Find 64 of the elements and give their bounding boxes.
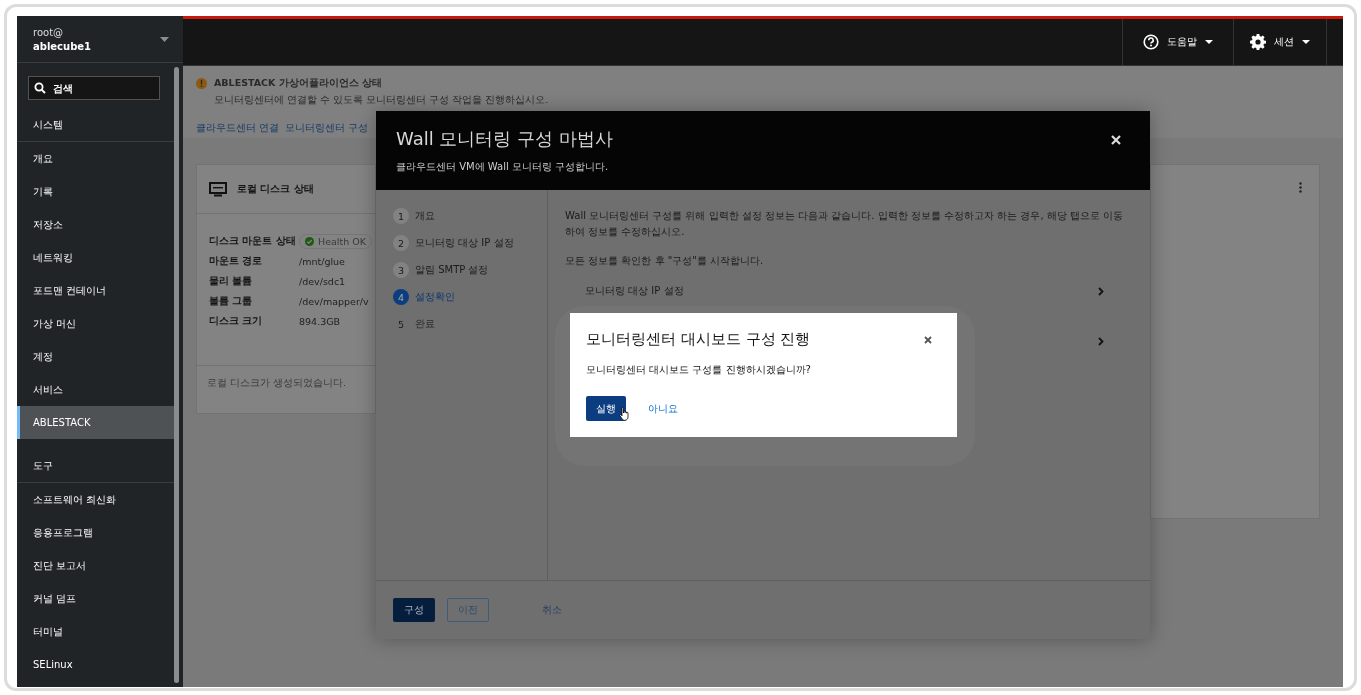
wizard-title: Wall 모니터링 구성 마법사 (396, 127, 613, 151)
nav-item[interactable]: 소프트웨어 최신화 (17, 483, 174, 516)
wizard-step[interactable]: 1 개요 (393, 208, 547, 224)
alert-message: 모니터링센터에 연결할 수 있도록 모니터링센터 구성 작업을 진행하십시오. (214, 94, 550, 107)
nav-item[interactable]: 서비스 (17, 373, 174, 406)
help-icon (1143, 34, 1159, 50)
user-name: root@ (33, 26, 65, 38)
caret-icon (1205, 40, 1213, 44)
dialog-message: 모니터링센터 대시보드 구성를 진행하시겠습니까? (586, 363, 812, 377)
nav-item[interactable]: 진단 보고서 (17, 549, 174, 582)
nav-item[interactable]: 응용프로그램 (17, 516, 174, 549)
field-label: 디스크 마운트 상태 (209, 235, 297, 248)
hand-cursor-icon (619, 407, 630, 421)
field-label: 물리 볼륨 (209, 275, 254, 288)
wizard-subtitle: 클라우드센터 VM에 Wall 모니터링 구성합니다. (396, 160, 610, 174)
configure-button[interactable]: 구성 (393, 598, 435, 622)
nav-item[interactable]: 기록 (17, 175, 174, 208)
settings-icon (1250, 34, 1266, 50)
caret-icon (1302, 40, 1310, 44)
field-label: 마운트 경로 (209, 255, 264, 268)
nav-item[interactable]: 가상 머신 (17, 307, 174, 340)
kebab-menu-icon[interactable] (1299, 182, 1302, 193)
wizard-step[interactable]: 3 알림 SMTP 설정 (393, 262, 547, 278)
session-menu-button[interactable]: 세션 (1233, 19, 1327, 65)
card-title: 로컬 디스크 상태 (237, 182, 314, 196)
field-value: /dev/mapper/v (299, 296, 369, 307)
nav-item[interactable]: 커널 덤프 (17, 582, 174, 615)
search-field[interactable]: 검색 (28, 76, 160, 100)
close-icon (1111, 135, 1121, 145)
nav-item[interactable]: SELinux (17, 648, 174, 681)
nav-item[interactable]: 개요 (17, 142, 174, 175)
nav-item[interactable]: ABLESTACK (17, 406, 174, 439)
field-label: 디스크 크기 (209, 315, 264, 328)
run-button[interactable]: 실행 (586, 396, 626, 421)
nav-item[interactable]: 네트워킹 (17, 241, 174, 274)
search-icon (34, 82, 46, 94)
wizard-step[interactable]: 2 모니터링 대상 IP 설정 (393, 235, 547, 251)
close-button[interactable] (1109, 133, 1123, 147)
instruction-text: 모든 정보를 확인한 후 "구성"를 시작합니다. (565, 254, 765, 268)
no-link[interactable]: 아니요 (642, 396, 684, 421)
field-value: /dev/sdc1 (299, 276, 346, 287)
help-menu-button[interactable]: 도움말 (1122, 19, 1233, 65)
chevron-right-icon[interactable] (1098, 336, 1104, 346)
info-icon (196, 78, 207, 89)
field-label: 볼륨 그룹 (209, 295, 254, 308)
wizard-step[interactable]: 4 설정확인 (393, 289, 547, 305)
field-value: 894.3GB (299, 316, 341, 327)
alert-title: ABLESTACK 가상어플라이언스 상태 (214, 77, 383, 90)
description-text: Wall 모니터링센터 구성를 위해 입력한 설정 정보는 다음과 같습니다. 입력한 정보를 수정하고자 하는 경우, 해당 탭으로 이동하여 정보를 수정하십시오. (565, 209, 1125, 239)
nav-item[interactable]: 터미널 (17, 615, 174, 648)
monitor-icon (209, 181, 227, 197)
nav-item[interactable]: 저장소 (17, 208, 174, 241)
host-name: ablecube1 (33, 40, 92, 52)
close-button[interactable] (922, 333, 934, 346)
dialog-title: 모니터링센터 대시보드 구성 진행 (586, 330, 811, 349)
nav-item[interactable]: 계정 (17, 340, 174, 373)
scrollbar[interactable] (174, 67, 179, 683)
card-footer-text: 로컬 디스크가 생성되었습니다. (197, 365, 375, 413)
nav-item[interactable]: 포드맨 컨테이너 (17, 274, 174, 307)
field-value: /mnt/glue (299, 256, 345, 267)
close-icon (924, 335, 932, 344)
caret-icon[interactable] (160, 36, 169, 42)
check-circle-icon (305, 237, 314, 246)
chevron-right-icon (1098, 286, 1104, 296)
